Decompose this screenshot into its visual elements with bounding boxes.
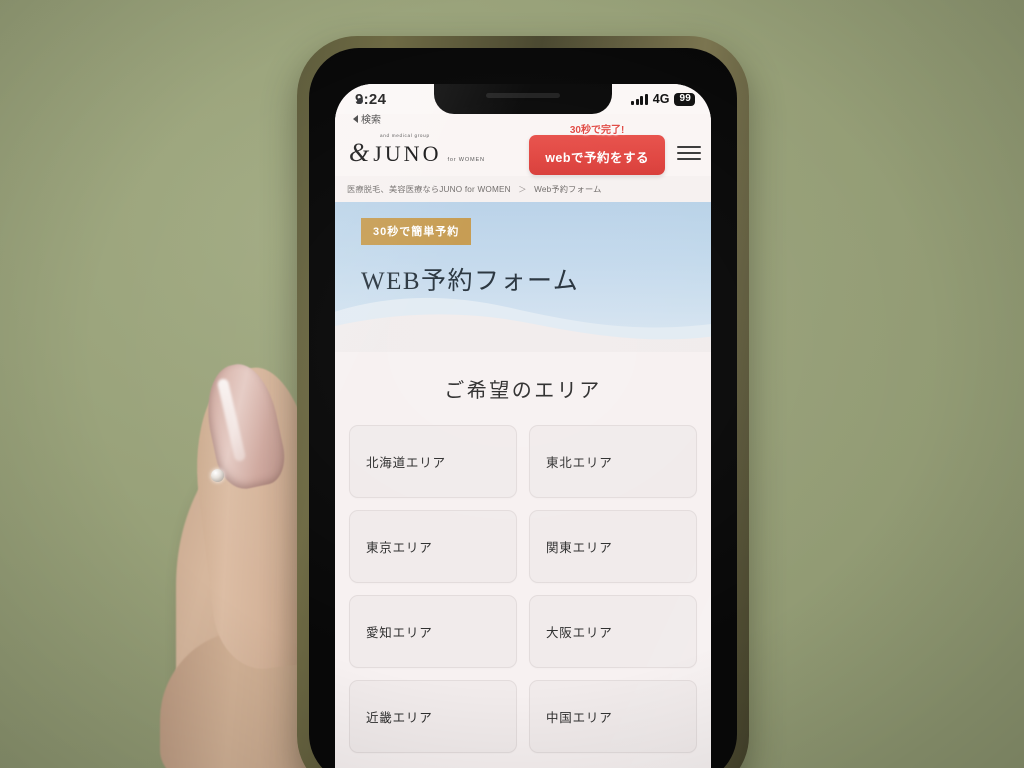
breadcrumb-separator: ＞	[518, 185, 527, 194]
smartphone-device: 9:24 4G 99 検索 and medical group & JUNO f…	[297, 36, 749, 768]
photo-scene: 9:24 4G 99 検索 and medical group & JUNO f…	[0, 0, 1024, 768]
logo-text: JUNO	[373, 141, 442, 166]
area-selection-section: ご希望のエリア 北海道エリア 東北エリア 東京エリア 関東エリア 愛知エリア 大…	[335, 352, 711, 768]
area-grid: 北海道エリア 東北エリア 東京エリア 関東エリア 愛知エリア 大阪エリア 近畿エ…	[335, 425, 711, 753]
network-type-label: 4G	[652, 92, 670, 106]
battery-percent-badge: 99	[674, 92, 695, 106]
area-option-aichi[interactable]: 愛知エリア	[349, 595, 517, 668]
breadcrumb-current: Web予約フォーム	[534, 185, 602, 194]
hero-badge: 30秒で簡単予約	[361, 218, 472, 245]
area-option-hokkaido[interactable]: 北海道エリア	[349, 425, 517, 498]
signal-bars-icon	[631, 93, 648, 105]
breadcrumb-parent-link[interactable]: 医療脱毛、美容医療ならJUNO for WOMEN	[347, 185, 511, 194]
logo-suffix: for WOMEN	[447, 157, 485, 163]
back-to-search-link[interactable]: 検索	[353, 111, 381, 126]
status-bar: 9:24 4G 99	[335, 84, 711, 114]
breadcrumb: 医療脱毛、美容医療ならJUNO for WOMEN ＞ Web予約フォーム	[335, 176, 711, 202]
section-heading: ご希望のエリア	[444, 380, 602, 402]
phone-screen: 9:24 4G 99 検索 and medical group & JUNO f…	[335, 84, 711, 768]
area-option-tohoku[interactable]: 東北エリア	[529, 425, 697, 498]
status-time: 9:24	[355, 90, 387, 108]
web-reservation-button[interactable]: webで予約をする	[529, 135, 665, 175]
area-option-osaka[interactable]: 大阪エリア	[529, 595, 697, 668]
logo-wordmark-row: & JUNO for WOMEN	[349, 140, 485, 166]
area-option-chugoku[interactable]: 中国エリア	[529, 680, 697, 753]
hero-wave-lower	[335, 314, 711, 352]
back-link-label: 検索	[361, 115, 381, 126]
area-option-kinki[interactable]: 近畿エリア	[349, 680, 517, 753]
cta-flag-label: 30秒で完了!	[569, 125, 625, 136]
logo-ampersand: &	[349, 138, 370, 167]
hero-title: WEB予約フォーム	[361, 268, 580, 295]
area-option-tokyo[interactable]: 東京エリア	[349, 510, 517, 583]
back-triangle-icon	[353, 114, 358, 123]
hero-banner: 30秒で簡単予約 WEB予約フォーム	[335, 202, 711, 352]
nail-gem-icon	[211, 469, 224, 482]
area-option-kanto[interactable]: 関東エリア	[529, 510, 697, 583]
status-indicators: 4G 99	[631, 92, 695, 106]
hamburger-menu-icon[interactable]	[677, 140, 701, 160]
logo-superscript: and medical group	[380, 133, 430, 138]
reservation-cta: 30秒で完了! webで予約をする	[529, 125, 665, 175]
site-header: and medical group & JUNO for WOMEN 30秒で完…	[335, 114, 711, 176]
juno-logo[interactable]: and medical group & JUNO for WOMEN	[349, 133, 485, 166]
